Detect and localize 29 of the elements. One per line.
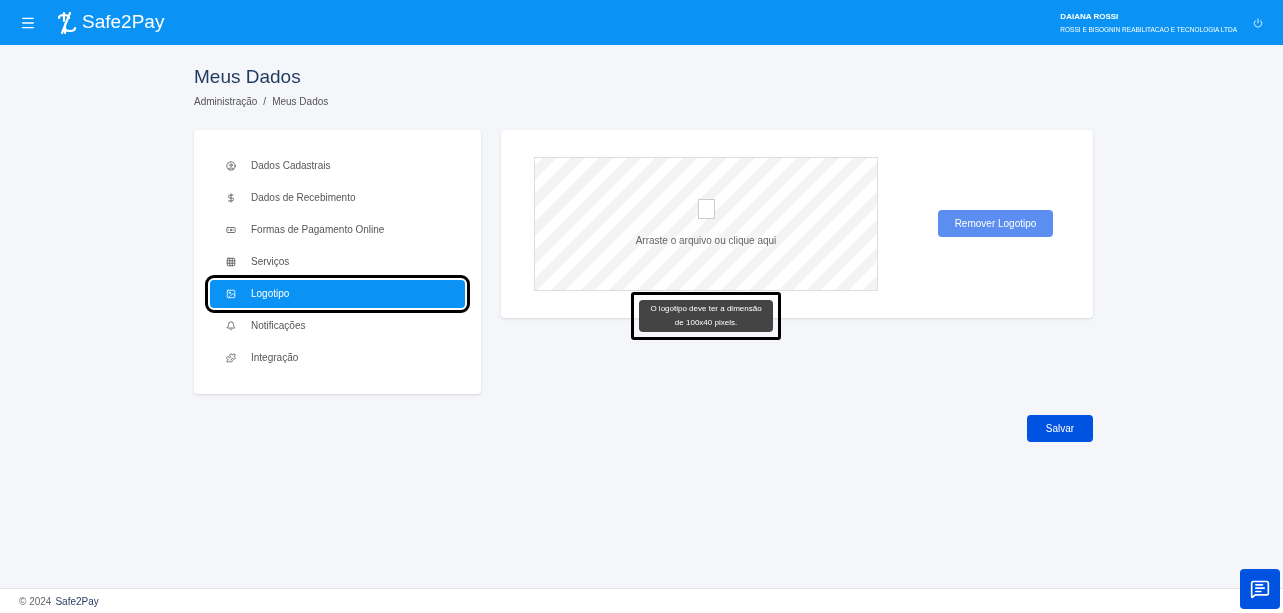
grid-icon (226, 256, 236, 267)
breadcrumb-item: Meus Dados (272, 94, 329, 109)
breadcrumb-separator: / (263, 94, 267, 109)
user-circle-icon (226, 160, 236, 171)
image-icon (226, 288, 236, 299)
save-button[interactable]: Salvar (1027, 414, 1093, 442)
banknote-icon (226, 224, 236, 235)
copyright-text: © 2024 (19, 594, 52, 609)
file-placeholder-icon (697, 199, 715, 219)
page-title: Meus Dados (194, 65, 302, 89)
logo-icon (56, 10, 78, 35)
chat-icon (1250, 579, 1270, 599)
user-name: DAIANA ROSSI (1060, 10, 1120, 23)
menu-item[interactable]: Serviços (210, 247, 465, 276)
power-icon[interactable] (1253, 17, 1263, 28)
menu-item[interactable]: Integração (210, 343, 465, 372)
puzzle-icon (226, 352, 236, 363)
drop-hint: Arraste o arquivo ou clique aqui (635, 234, 777, 248)
menu-item[interactable]: Formas de Pagamento Online (210, 215, 465, 244)
breadcrumb-item[interactable]: Administração (194, 93, 258, 109)
chat-button[interactable] (1240, 569, 1280, 609)
menu-item[interactable]: Notificações (210, 311, 465, 340)
footer-brand-link[interactable]: Safe2Pay (55, 593, 99, 609)
brand-name: Safe2Pay (82, 10, 165, 35)
tooltip: O logotipo deve ter a dimensão de 100x40 pixels. (639, 299, 773, 332)
dollar-icon (226, 192, 236, 203)
menu-item[interactable]: Dados Cadastrais (210, 151, 465, 180)
menu-item[interactable]: Dados de Recebimento (210, 183, 465, 212)
bell-icon (226, 320, 236, 331)
